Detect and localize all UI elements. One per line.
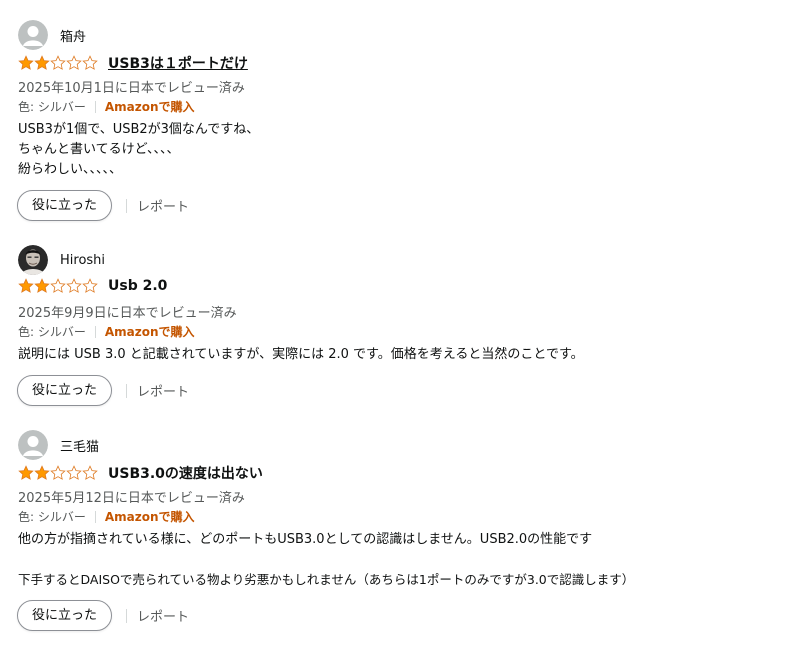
divider — [126, 608, 128, 623]
star-rating[interactable] — [18, 55, 98, 71]
reviewer-name: Hiroshi — [60, 252, 106, 268]
star-rating[interactable] — [18, 278, 98, 294]
default-avatar-icon — [18, 20, 48, 50]
review-body: USB3が1個で、USB2が3個なんですね、 ちゃんと書いてるけど、、、、 紛ら… — [18, 120, 259, 180]
star-empty-icon — [50, 278, 66, 293]
reviewer-profile[interactable]: Hiroshi — [18, 244, 105, 276]
review-date: 2025年10月1日に日本でレビュー済み — [18, 81, 245, 96]
review-body-line: 下手するとDAISOで売られている物より劣悪かもしれません（あちらは1ポートのみ… — [18, 572, 635, 587]
review-format-strip: 色: シルバー Amazonで購入 — [18, 508, 195, 525]
star-filled-icon — [18, 278, 34, 293]
star-filled-icon — [34, 55, 50, 70]
review-title-link[interactable]: USB3は１ポートだけ — [108, 53, 248, 73]
review-title: Usb 2.0 — [108, 278, 168, 294]
review-date: 2025年5月12日に日本でレビュー済み — [18, 491, 245, 506]
star-empty-icon — [66, 278, 82, 293]
review-body-line — [18, 550, 634, 570]
divider — [126, 383, 128, 398]
default-avatar-icon — [18, 430, 48, 460]
star-empty-icon — [82, 278, 98, 293]
divider — [94, 325, 96, 338]
verified-purchase-badge: Amazonで購入 — [104, 325, 195, 339]
helpful-button[interactable]: 役に立った — [17, 190, 113, 221]
review-body: 説明には USB 3.0 と記載されていますが、実際には 2.0 です。価格を考… — [18, 345, 584, 365]
review-format-strip: 色: シルバー Amazonで購入 — [18, 323, 195, 340]
review-body-line: 他の方が指摘されている様に、どのポートもUSB3.0としての認識はしません。US… — [18, 532, 593, 547]
star-empty-icon — [82, 465, 98, 480]
review-date: 2025年9月9日に日本でレビュー済み — [18, 306, 237, 321]
verified-purchase-badge: Amazonで購入 — [104, 510, 195, 524]
reviewer-name: 三毛猫 — [60, 439, 100, 455]
report-link[interactable]: レポート — [137, 606, 189, 625]
review-format-strip: 色: シルバー Amazonで購入 — [18, 98, 195, 115]
reviewer-profile[interactable]: 箱舟 — [18, 19, 86, 51]
divider — [94, 510, 96, 523]
star-filled-icon — [18, 55, 34, 70]
verified-purchase-badge: Amazonで購入 — [104, 100, 195, 114]
star-empty-icon — [82, 55, 98, 70]
star-filled-icon — [18, 465, 34, 480]
star-filled-icon — [34, 278, 50, 293]
divider — [94, 100, 96, 113]
star-empty-icon — [50, 55, 66, 70]
reviewer-profile[interactable]: 三毛猫 — [18, 429, 99, 461]
review-body: 他の方が指摘されている様に、どのポートもUSB3.0としての認識はしません。US… — [18, 530, 634, 590]
review-body-line: ちゃんと書いてるけど、、、、 — [18, 142, 180, 157]
reviewer-name: 箱舟 — [60, 29, 87, 45]
reviewer-photo-avatar — [18, 245, 48, 275]
review-title: USB3.0の速度は出ない — [108, 466, 263, 482]
divider — [126, 198, 128, 213]
variant-label: 色: シルバー — [18, 325, 86, 339]
star-empty-icon — [66, 465, 82, 480]
report-link[interactable]: レポート — [137, 381, 189, 400]
star-empty-icon — [66, 55, 82, 70]
review-body-line: 説明には USB 3.0 と記載されていますが、実際には 2.0 です。価格を考… — [18, 347, 584, 362]
helpful-button[interactable]: 役に立った — [17, 600, 113, 631]
star-filled-icon — [34, 465, 50, 480]
star-rating[interactable] — [18, 465, 98, 481]
helpful-button[interactable]: 役に立った — [17, 375, 113, 406]
review-body-line: 紛らわしい、、、、、 — [18, 162, 123, 177]
review-body-line: USB3が1個で、USB2が3個なんですね、 — [18, 122, 260, 137]
report-link[interactable]: レポート — [137, 196, 189, 215]
variant-label: 色: シルバー — [18, 100, 86, 114]
star-empty-icon — [50, 465, 66, 480]
variant-label: 色: シルバー — [18, 510, 86, 524]
